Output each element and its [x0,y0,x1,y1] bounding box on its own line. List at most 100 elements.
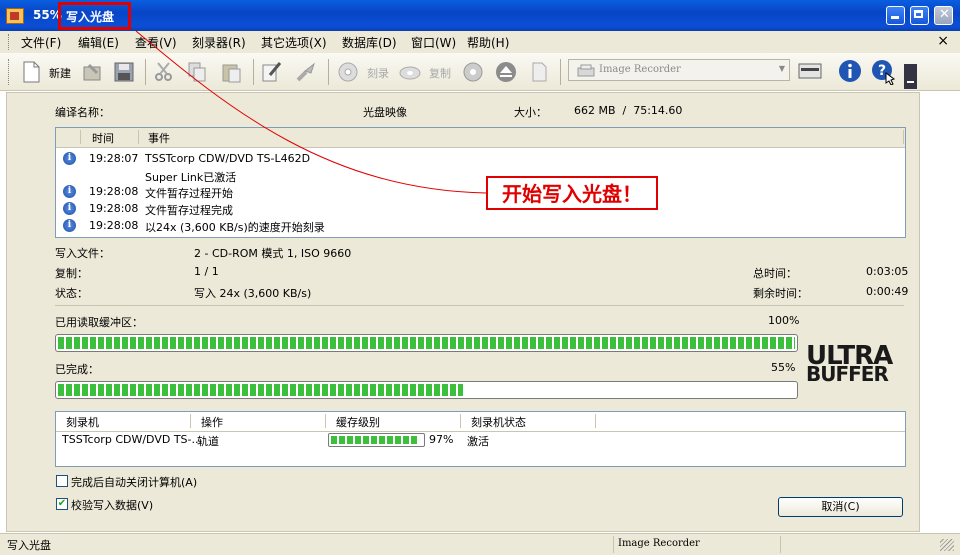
toolbar-overflow-icon[interactable] [904,64,917,89]
app-icon[interactable] [6,8,24,24]
burn-button-label[interactable]: 刻录 [367,65,389,81]
cache-progress-bar [328,433,425,447]
ultrabuffer-logo: ULTRA BUFFER [806,341,893,386]
status-bar: 写入光盘 Image Recorder [0,533,960,555]
chevron-down-icon: ▼ [778,64,785,73]
page-icon[interactable] [528,61,550,83]
menu-extras[interactable]: 其它选项(X) [261,34,327,51]
column-cache[interactable]: 缓存级别 [336,414,380,430]
completed-percent: 55% [771,361,796,374]
column-time[interactable]: 时间 [92,130,114,146]
column-recorder-status[interactable]: 刻录机状态 [471,414,526,430]
mdi-close-icon[interactable]: × [937,33,949,49]
total-time-label: 总时间： [753,267,797,280]
log-event: Super Link已激活 [145,171,237,184]
status-recorder-text: Image Recorder [618,538,700,549]
status-left-text: 写入光盘 [7,539,51,552]
close-button[interactable]: ✕ [934,6,953,25]
divider [55,305,904,306]
recorder-name: TSSTcorp CDW/DVD TS-... [62,433,202,446]
drive-options-icon[interactable] [798,62,822,80]
menu-recorder[interactable]: 刻录器(R) [192,34,246,51]
completed-label: 已完成： [55,363,99,376]
recorder-select-value: Image Recorder [599,64,681,75]
verify-checkbox[interactable]: ✔ [56,498,68,510]
compile-name-value: 光盘映像 [363,106,407,119]
log-event: 文件暂存过程开始 [145,187,233,200]
recorder-operation: 轨道 [197,435,219,448]
completed-progress-bar [55,381,798,399]
minimize-button[interactable] [886,6,905,25]
event-log-header: 时间 事件 [56,128,905,148]
verify-label[interactable]: 校验写入数据(V) [71,497,153,513]
recorder-drive-icon [577,64,595,77]
info-icon[interactable] [838,59,862,83]
size-label: 大小： [514,106,547,119]
recorder-select[interactable]: Image Recorder ▼ [568,59,790,81]
recorder-table[interactable]: 刻录机 操作 缓存级别 刻录机状态 TSSTcorp CDW/DVD TS-..… [55,411,906,467]
write-file-value: 2 - CD-ROM 模式 1, ISO 9660 [194,247,352,260]
log-time: 19:28:08 [89,202,139,215]
column-recorder[interactable]: 刻录机 [66,414,99,430]
menu-edit[interactable]: 编辑(E) [78,34,119,51]
shutdown-checkbox[interactable] [56,475,68,487]
info-icon: i [63,219,76,232]
title-highlight-box [58,2,131,30]
recorder-status: 激活 [467,435,489,448]
log-event: 以24x (3,600 KB/s)的速度开始刻录 [145,221,325,234]
status-value: 写入 24x (3,600 KB/s) [194,287,312,300]
maximize-button[interactable] [910,6,929,25]
info-icon: i [63,202,76,215]
new-button-label[interactable]: 新建 [49,65,71,81]
burn-icon[interactable] [337,61,359,83]
properties-icon[interactable] [295,61,317,83]
menu-view[interactable]: 查看(V) [135,34,177,51]
cancel-button[interactable]: 取消(C) [778,497,903,517]
copy-label: 复制： [55,267,88,280]
annotation-callout: 开始写入光盘！ [486,176,658,210]
cut-icon[interactable] [153,61,175,83]
copy-value: 1 / 1 [194,265,219,278]
menu-window[interactable]: 窗口(W) [411,34,456,51]
wizard-icon[interactable] [261,61,283,83]
compile-name-label: 编译名称： [55,106,110,119]
help-icon[interactable]: ? [871,59,897,85]
copy-disc-icon[interactable] [399,61,421,83]
info-icon: i [63,185,76,198]
title-bar: 55% 写入光盘 ✕ [0,0,960,31]
status-label: 状态： [55,287,88,300]
log-event: TSSTcorp CDW/DVD TS-L462D [145,152,311,165]
menu-database[interactable]: 数据库(D) [342,34,397,51]
close-icon: ✕ [939,7,950,22]
svg-text:?: ? [878,63,886,79]
event-log[interactable]: 时间 事件 i 19:28:07 TSSTcorp CDW/DVD TS-L46… [55,127,906,238]
column-operation[interactable]: 操作 [201,414,223,430]
menu-help[interactable]: 帮助(H) [467,34,509,51]
save-icon[interactable] [113,61,135,83]
log-time: 19:28:07 [89,152,139,165]
shutdown-label[interactable]: 完成后自动关闭计算机(A) [71,474,197,490]
write-file-label: 写入文件： [55,247,110,260]
buffer-progress-bar [55,334,798,352]
size-value: 662 MB / 75:14.60 [574,104,683,117]
log-event: 文件暂存过程完成 [145,204,233,217]
column-event[interactable]: 事件 [148,130,170,146]
menu-bar: 文件(F) 编辑(E) 查看(V) 刻录器(R) 其它选项(X) 数据库(D) … [0,31,960,53]
total-time-value: 0:03:05 [866,265,909,278]
cache-progress-fill [331,436,419,444]
resize-grip-icon[interactable] [940,539,954,551]
new-document-icon[interactable] [20,61,42,83]
copy-disc-label[interactable]: 复制 [429,65,451,81]
completed-progress-fill [58,384,463,396]
eject-icon[interactable] [495,61,517,83]
disc-info-icon[interactable] [462,61,484,83]
open-icon[interactable] [81,61,103,83]
buffer-percent: 100% [768,314,800,327]
recorder-table-header: 刻录机 操作 缓存级别 刻录机状态 [56,412,905,432]
cache-percent: 97% [429,433,454,446]
paste-icon[interactable] [220,61,242,83]
buffer-progress-fill [58,337,795,349]
copy-icon[interactable] [186,61,208,83]
remaining-time-label: 剩余时间： [753,287,808,300]
menu-file[interactable]: 文件(F) [21,34,61,51]
